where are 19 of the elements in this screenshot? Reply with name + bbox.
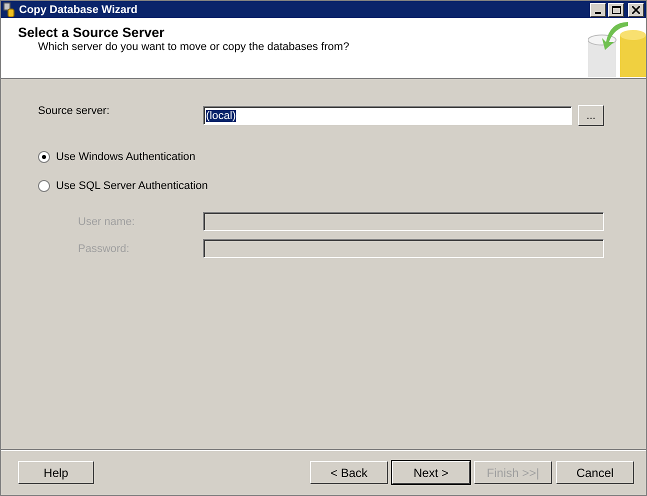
input-field[interactable]: (local) [203,106,572,125]
page-title: Select a Source Server [18,25,166,40]
maximize-icon [612,6,620,14]
field-value: (local) [206,110,236,122]
browse-button[interactable]: ... [578,105,604,126]
field-label: Source server: [38,105,111,117]
close-button[interactable] [628,2,644,16]
radio-option[interactable]: Use SQL Server Authentication [38,180,604,192]
close-icon [632,6,640,14]
wizard-button[interactable]: Cancel [556,461,634,484]
radio-option[interactable]: Use Windows Authentication [38,151,604,163]
minimize-icon [595,12,601,14]
wizard-button[interactable]: < Back [310,461,388,484]
wizard-button[interactable]: Help [18,461,94,484]
maximize-button[interactable] [608,2,624,16]
page-subtitle: Which server do you want to move or copy the databases from? [37,41,350,53]
minimize-button[interactable] [590,2,606,16]
wizard-button[interactable]: Next > [392,461,470,484]
window-title: Copy Database Wizard [19,4,138,16]
